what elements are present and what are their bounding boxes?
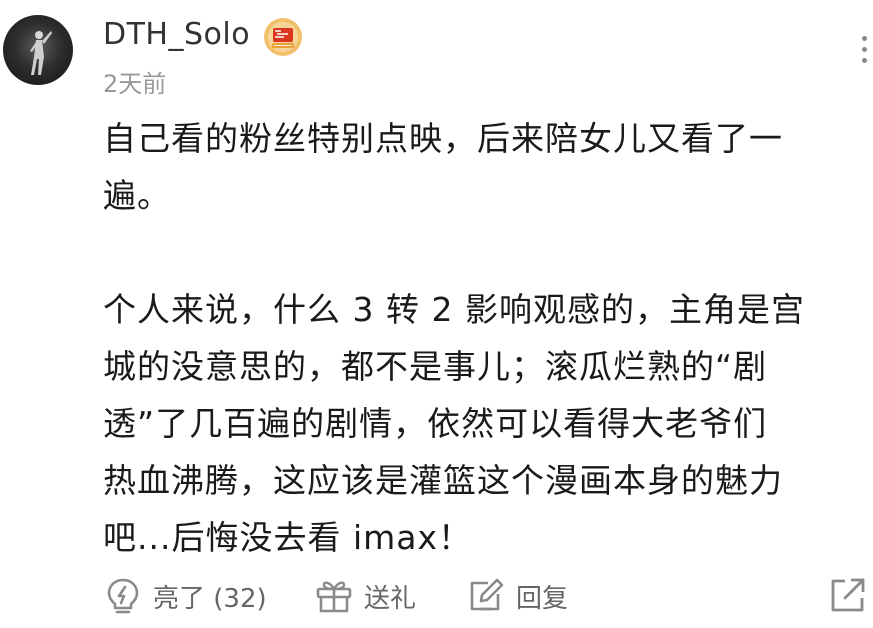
comment-line: 遍。 <box>103 176 171 215</box>
comment-line: 吧...后悔没去看 imax！ <box>103 518 473 557</box>
comment-line: 个人来说，什么 3 转 2 影响观感的，主角是宫 <box>103 290 805 329</box>
reply-label: 回复 <box>516 583 569 614</box>
edit-reply-icon <box>470 578 504 611</box>
username[interactable]: DTH_Solo <box>103 17 250 52</box>
gift-label: 送礼 <box>364 583 417 614</box>
lightbulb-icon <box>107 578 139 614</box>
comment-line: 城的没意思的，都不是事儿；滚瓜烂熟的“剧 <box>103 347 768 386</box>
gift-button[interactable]: 送礼 <box>314 572 416 620</box>
avatar-silhouette-icon <box>30 31 52 75</box>
comment-line: 自己看的粉丝特别点映，后来陪女儿又看了一 <box>103 119 783 158</box>
reply-button[interactable]: 回复 <box>466 572 568 620</box>
gift-icon <box>316 581 352 613</box>
share-icon[interactable] <box>828 575 868 615</box>
more-vertical-icon[interactable] <box>852 36 873 76</box>
avatar[interactable] <box>3 15 73 85</box>
comment-body: 自己看的粉丝特别点映，后来陪女儿又看了一 遍。 个人来说，什么 3 转 2 影响… <box>103 110 865 566</box>
like-count-label: 亮了 (32) <box>153 583 267 614</box>
timestamp: 2天前 <box>103 70 167 98</box>
comment-line: 热血沸腾，这应该是灌篮这个漫画本身的魅力 <box>103 461 783 500</box>
like-button[interactable]: 亮了 (32) <box>103 572 267 620</box>
verified-badge-icon <box>262 16 304 58</box>
comment-line: 透”了几百遍的剧情，依然可以看得大老爷们 <box>103 404 768 443</box>
